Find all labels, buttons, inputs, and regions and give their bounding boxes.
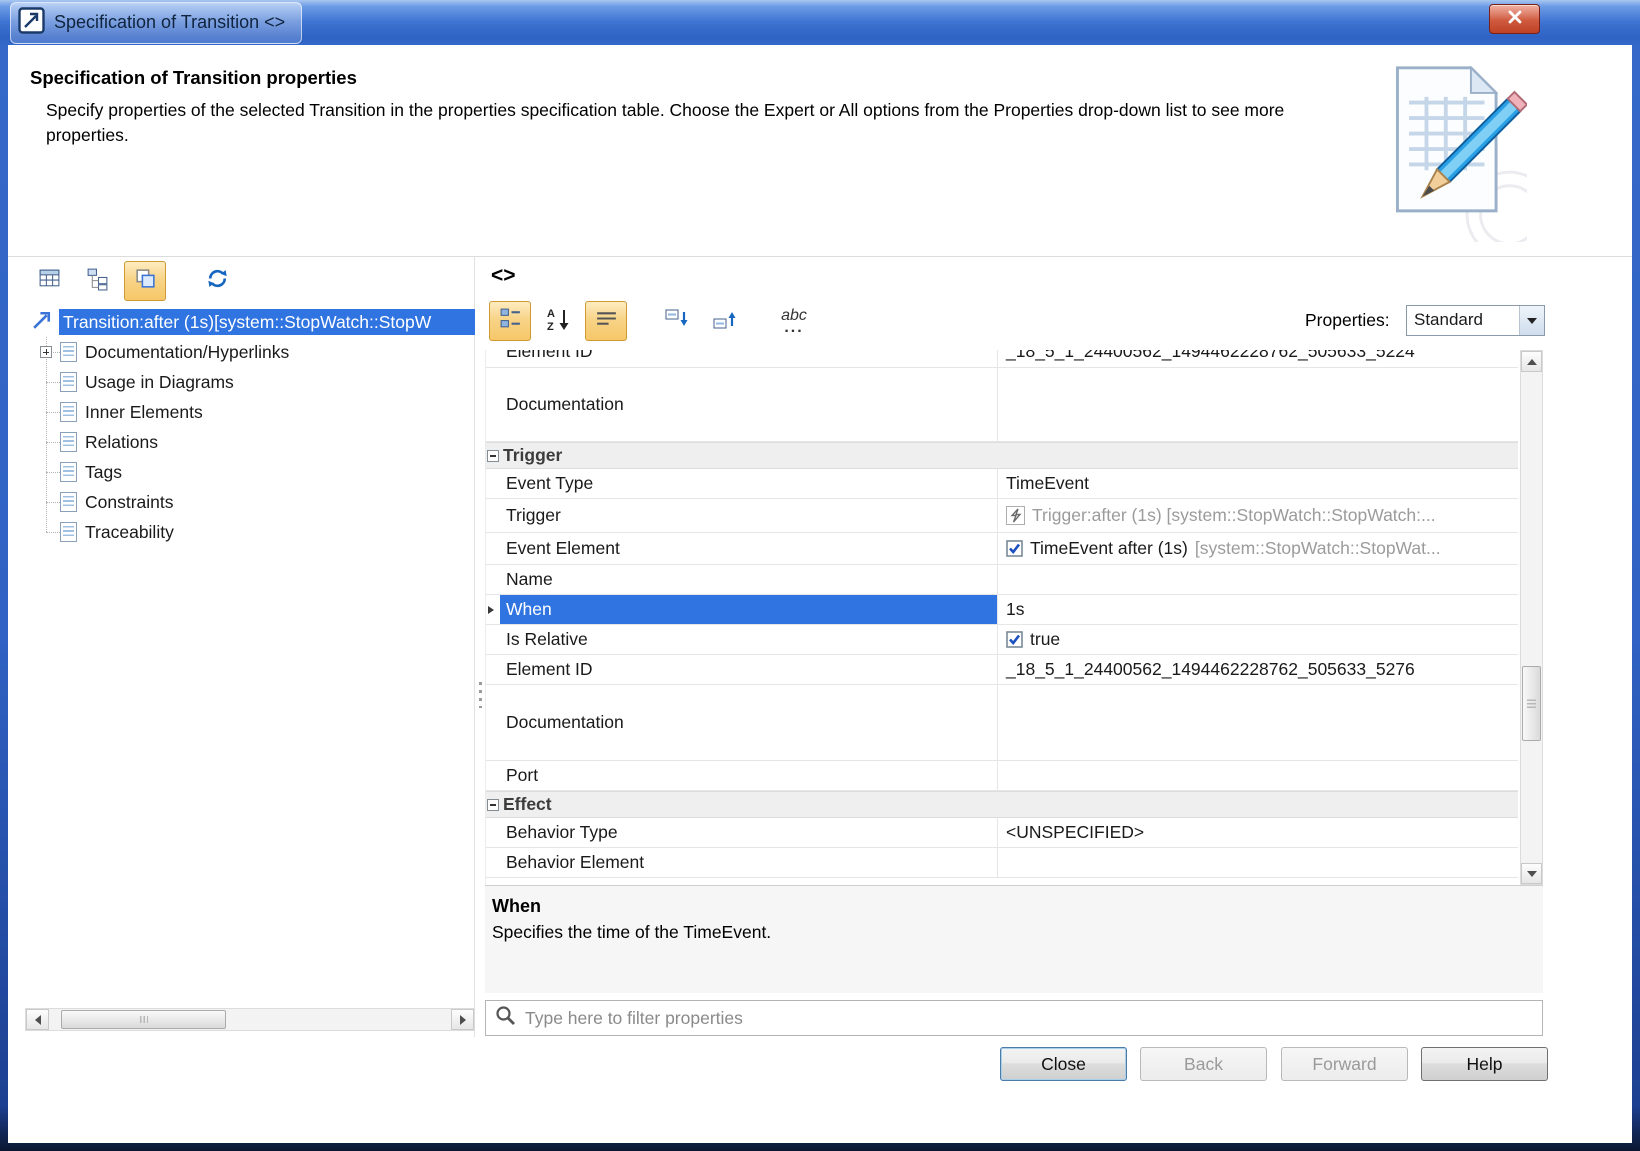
properties-panel-title: <>	[491, 264, 516, 288]
expand-plus-icon[interactable]	[40, 346, 52, 358]
tree-item-usage-in-diagrams[interactable]: Usage in Diagrams	[25, 367, 475, 397]
scroll-down-button[interactable]	[1521, 863, 1542, 884]
app-icon	[18, 7, 45, 39]
property-row-trigger[interactable]: Trigger Trigger:after (1s) [system::Stop…	[486, 499, 1518, 533]
chevron-down-icon	[1527, 318, 1537, 324]
document-icon	[60, 492, 77, 512]
property-description-panel: When Specifies the time of the TimeEvent…	[485, 885, 1543, 993]
scroll-right-icon	[460, 1015, 466, 1025]
document-icon	[60, 372, 77, 392]
dropdown-button[interactable]	[1519, 306, 1544, 335]
titlebar: Specification of Transition <>	[0, 0, 1640, 45]
tree-item-constraints[interactable]: Constraints	[25, 487, 475, 517]
document-icon	[60, 432, 77, 452]
section-header-effect[interactable]: Effect	[486, 791, 1518, 818]
scrollbar-track[interactable]	[1521, 372, 1542, 863]
properties-table: Element ID _18_5_1_24400562_149446222876…	[485, 350, 1518, 885]
transition-arrow-icon	[30, 307, 55, 337]
property-row-event-element[interactable]: Event Element TimeEvent after (1s) [syst…	[486, 533, 1518, 565]
row-marker-icon	[488, 606, 494, 614]
document-icon	[60, 462, 77, 482]
checkbox-checked-icon[interactable]	[1006, 631, 1023, 648]
description-title: When	[492, 896, 541, 917]
svg-text:Z: Z	[547, 321, 554, 332]
scroll-right-button[interactable]	[451, 1009, 474, 1030]
scroll-left-icon	[35, 1015, 41, 1025]
scrollbar-track[interactable]	[49, 1009, 451, 1030]
dialog-window: Specification of Transition <> Specifica…	[0, 0, 1640, 1151]
close-icon	[1507, 9, 1523, 30]
scroll-up-button[interactable]	[1521, 351, 1542, 372]
filter-box	[485, 1000, 1543, 1036]
scrollbar-thumb[interactable]	[1522, 666, 1541, 741]
expand-nodes-button[interactable]	[655, 301, 697, 341]
property-row-event-type[interactable]: Event Type TimeEvent	[486, 469, 1518, 499]
description-text: Specifies the time of the TimeEvent.	[492, 922, 771, 943]
property-row-documentation[interactable]: Documentation	[486, 368, 1518, 442]
scroll-left-button[interactable]	[26, 1009, 49, 1030]
scroll-up-icon	[1527, 359, 1537, 365]
property-row-when-selected[interactable]: When 1s	[486, 595, 1518, 625]
collapse-nodes-icon	[711, 306, 737, 337]
properties-mode-dropdown[interactable]: Standard	[1406, 305, 1545, 336]
table-vertical-scrollbar	[1520, 350, 1543, 885]
tree-item-traceability[interactable]: Traceability	[25, 517, 475, 547]
categorized-view-button[interactable]	[489, 301, 531, 341]
show-description-button[interactable]	[585, 301, 627, 341]
tree-item-tags[interactable]: Tags	[25, 457, 475, 487]
property-row-port[interactable]: Port	[486, 761, 1518, 791]
back-button[interactable]: Back	[1140, 1047, 1267, 1081]
search-icon	[495, 1005, 516, 1031]
scrollbar-thumb[interactable]	[61, 1010, 226, 1029]
properties-mode-label: Properties:	[1305, 310, 1390, 331]
collapse-minus-icon[interactable]	[487, 799, 499, 811]
panel-splitter[interactable]	[476, 257, 485, 1037]
title-pill: Specification of Transition <>	[10, 2, 302, 44]
lightning-trigger-icon	[1006, 506, 1025, 525]
tree-item-inner-elements[interactable]: Inner Elements	[25, 397, 475, 427]
dialog-content: Specification of Transition properties S…	[8, 45, 1632, 1143]
tree-list: Documentation/Hyperlinks Usage in Diagra…	[25, 337, 475, 547]
property-row-behavior-type[interactable]: Behavior Type <UNSPECIFIED>	[486, 818, 1518, 848]
tree-root-node[interactable]: Transition:after (1s)[system::StopWatch:…	[25, 307, 475, 337]
document-icon	[60, 342, 77, 362]
description-lines-icon	[594, 306, 619, 336]
property-row-is-relative[interactable]: Is Relative true	[486, 625, 1518, 655]
property-row-element-id[interactable]: Element ID _18_5_1_24400562_149446222876…	[486, 655, 1518, 685]
scroll-down-icon	[1527, 871, 1537, 877]
tree-root-label: Transition:after (1s)[system::StopWatch:…	[59, 309, 475, 335]
svg-text:A: A	[547, 308, 555, 320]
close-dialog-button[interactable]: Close	[1000, 1047, 1127, 1081]
property-row-behavior-element[interactable]: Behavior Element	[486, 848, 1518, 878]
page-title: Specification of Transition properties	[30, 67, 357, 89]
collapse-nodes-button[interactable]	[703, 301, 745, 341]
checkbox-checked-icon[interactable]	[1006, 540, 1023, 557]
document-icon	[60, 402, 77, 422]
window-title: Specification of Transition <>	[54, 12, 285, 33]
page-description: Specify properties of the selected Trans…	[46, 98, 1361, 148]
tree-item-relations[interactable]: Relations	[25, 427, 475, 457]
spec-document-pencil-icon	[1382, 57, 1527, 242]
sort-az-icon: AZ	[545, 306, 571, 337]
sort-alphabetically-button[interactable]: AZ	[537, 301, 579, 341]
properties-mode-value: Standard	[1407, 306, 1519, 335]
customize-columns-button[interactable]: abc ...	[773, 301, 815, 341]
tree-item-documentation-hyperlinks[interactable]: Documentation/Hyperlinks	[25, 337, 475, 367]
properties-toolbar: AZ abc ...	[489, 301, 815, 341]
section-header-trigger[interactable]: Trigger	[486, 442, 1518, 469]
property-row-element-id-clipped[interactable]: Element ID _18_5_1_24400562_149446222876…	[486, 350, 1518, 368]
tree-horizontal-scrollbar	[25, 1008, 475, 1031]
tree-panel: Transition:after (1s)[system::StopWatch:…	[25, 257, 475, 1037]
close-button[interactable]	[1489, 4, 1540, 34]
document-icon	[60, 522, 77, 542]
property-row-documentation-2[interactable]: Documentation	[486, 685, 1518, 761]
expand-nodes-icon	[663, 306, 689, 337]
categorized-view-icon	[498, 306, 523, 336]
help-button[interactable]: Help	[1421, 1047, 1548, 1081]
property-row-name[interactable]: Name	[486, 565, 1518, 595]
forward-button[interactable]: Forward	[1281, 1047, 1408, 1081]
filter-input[interactable]	[525, 1001, 1542, 1035]
collapse-minus-icon[interactable]	[487, 450, 499, 462]
